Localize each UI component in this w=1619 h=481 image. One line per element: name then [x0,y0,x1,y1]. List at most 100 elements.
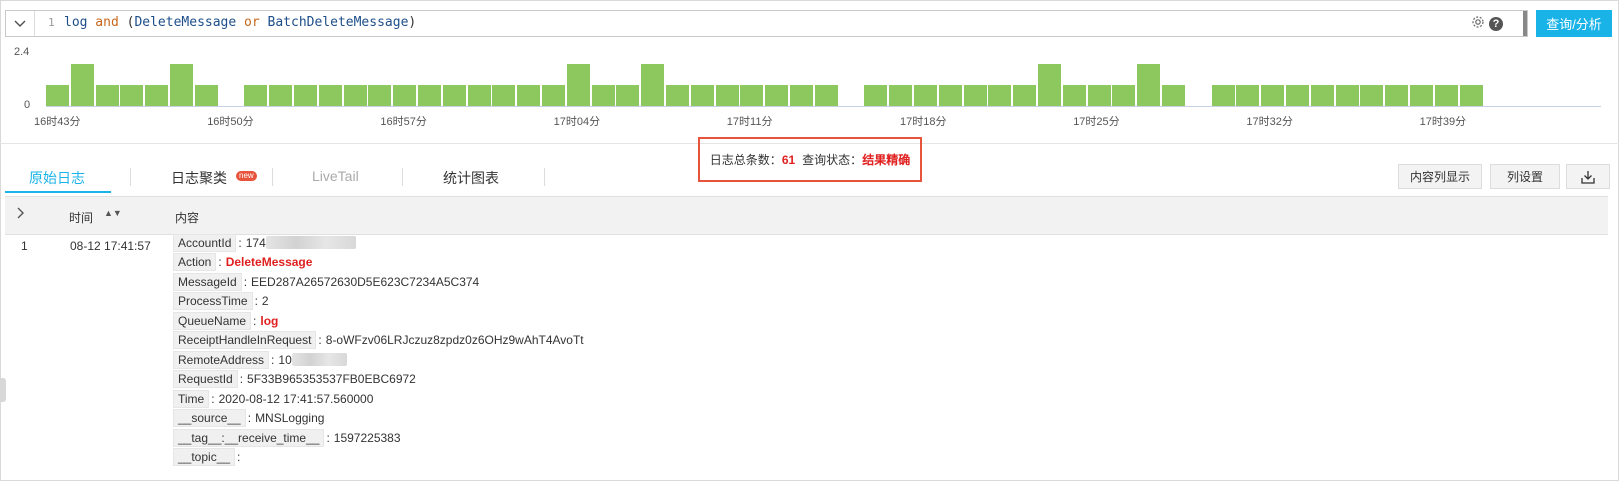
histogram-bar[interactable] [715,85,739,106]
histogram-bar[interactable] [95,85,119,106]
histogram-bar[interactable] [517,85,541,106]
histogram-bar[interactable] [591,85,615,106]
histogram-bar[interactable] [120,85,144,106]
histogram-bar[interactable] [418,85,441,106]
content-column-display-button[interactable]: 内容列显示 [1398,164,1482,189]
field-value[interactable]: log [260,314,278,328]
histogram-bar[interactable] [492,85,516,106]
query-editor[interactable]: 1 log and (DeleteMessage or BatchDeleteM… [5,10,1528,37]
histogram-bar[interactable] [194,85,218,106]
histogram-bar[interactable] [368,85,392,106]
histogram-bar[interactable] [1360,85,1384,106]
histogram-bar[interactable] [46,85,69,106]
field-key[interactable]: ProcessTime [173,292,253,311]
histogram-bar[interactable] [889,85,913,106]
histogram-bar[interactable] [1137,64,1161,106]
sort-icon[interactable]: ▲▼ [104,208,122,218]
histogram-bar[interactable] [641,64,665,106]
field-key[interactable]: __tag__:__receive_time__ [173,428,325,447]
tab-livetail[interactable]: LiveTail [312,168,359,184]
collapse-handle[interactable] [0,378,6,402]
histogram-bar[interactable] [740,85,764,106]
field-key[interactable]: __topic__ [173,448,236,467]
field-key[interactable]: Time [173,389,210,408]
histogram-bar[interactable] [1385,85,1409,106]
field-value[interactable]: 5F33B965353537FB0EBC6972 [247,372,416,386]
field-value[interactable]: 8-oWFzv06LRJczuz8zpdz0z6OHz9wAhT4AvoTt [326,333,584,347]
field-value[interactable]: 174 [246,236,266,250]
histogram-bar[interactable] [467,85,491,106]
histogram-bar[interactable] [666,85,689,106]
query-text[interactable]: log and (DeleteMessage or BatchDeleteMes… [64,15,416,30]
tab-divider [402,168,403,186]
field-key[interactable]: MessageId [173,272,242,291]
field-value[interactable]: 2020-08-12 17:41:57.560000 [219,392,374,406]
histogram-bar[interactable] [1013,85,1037,106]
histogram-bar[interactable] [1062,85,1086,106]
tab-log-clustering[interactable]: 日志聚类 [171,168,227,188]
column-header-time[interactable]: 时间 [69,209,93,226]
expand-all-icon[interactable] [17,207,25,222]
field-key[interactable]: RemoteAddress [173,350,270,369]
field-key[interactable]: QueueName [173,311,252,330]
query-analyze-button[interactable]: 查询/分析 [1536,10,1612,37]
histogram-bar[interactable] [1162,85,1185,106]
histogram-bar[interactable] [269,85,293,106]
field-key[interactable]: ReceiptHandleInRequest [173,331,317,350]
field-value[interactable]: DeleteMessage [226,255,313,269]
column-settings-button[interactable]: 列设置 [1490,164,1560,189]
field-value[interactable]: 2 [262,294,269,308]
histogram-bar[interactable] [145,85,169,106]
histogram-bar[interactable] [790,85,813,106]
histogram-bar[interactable] [1038,64,1061,106]
field-value[interactable]: EED287A26572630D5E623C7234A5C374 [251,275,479,289]
log-field: RequestId:5F33B965353537FB0EBC6972 [173,370,584,390]
histogram-bar[interactable] [914,85,937,106]
histogram-bar[interactable] [318,85,342,106]
histogram-bar[interactable] [1261,85,1285,106]
histogram-bar[interactable] [938,85,962,106]
histogram-bar[interactable] [1286,85,1309,106]
histogram-bar[interactable] [1459,85,1483,106]
histogram-bar[interactable] [1236,85,1260,106]
field-value[interactable]: MNSLogging [255,411,324,425]
histogram-bar[interactable] [864,85,888,106]
histogram-bar[interactable] [765,85,789,106]
histogram-bar[interactable] [343,85,367,106]
help-icon[interactable]: ? [1489,16,1503,31]
histogram-bar[interactable] [1335,85,1359,106]
histogram-bar[interactable] [1112,85,1136,106]
histogram-bar[interactable] [393,85,417,106]
histogram-bar[interactable] [1434,85,1458,106]
query-state-label: 查询状态： [802,153,863,167]
histogram-bar[interactable] [1310,85,1334,106]
editor-resize-handle[interactable] [1523,11,1527,36]
histogram-bar[interactable] [690,85,714,106]
histogram-bar[interactable] [294,85,317,106]
field-key[interactable]: RequestId [173,370,238,389]
field-value[interactable]: 1597225383 [334,431,401,445]
histogram-bar[interactable] [170,64,193,106]
histogram-bar[interactable] [963,85,987,106]
gear-icon[interactable] [1471,15,1485,32]
histogram-bar[interactable] [988,85,1012,106]
tab-raw-logs[interactable]: 原始日志 [29,168,85,188]
histogram-bar[interactable] [442,85,466,106]
histogram-bar[interactable] [566,64,590,106]
histogram-bar[interactable] [1087,85,1111,106]
histogram-bar[interactable] [1211,85,1235,106]
chevron-down-icon[interactable] [6,11,35,36]
histogram-bar[interactable] [70,64,94,106]
field-key[interactable]: Action [173,253,217,272]
download-button[interactable] [1566,164,1610,189]
log-field: __topic__: [173,448,584,468]
field-value[interactable]: 10 [278,353,291,367]
histogram-bar[interactable] [542,85,565,106]
histogram-bar[interactable] [244,85,268,106]
histogram-bar[interactable] [814,85,838,106]
field-key[interactable]: AccountId [173,233,237,252]
histogram-bar[interactable] [616,85,640,106]
tab-statistics-chart[interactable]: 统计图表 [443,168,499,188]
field-key[interactable]: __source__ [173,409,246,428]
histogram-bar[interactable] [1410,85,1433,106]
